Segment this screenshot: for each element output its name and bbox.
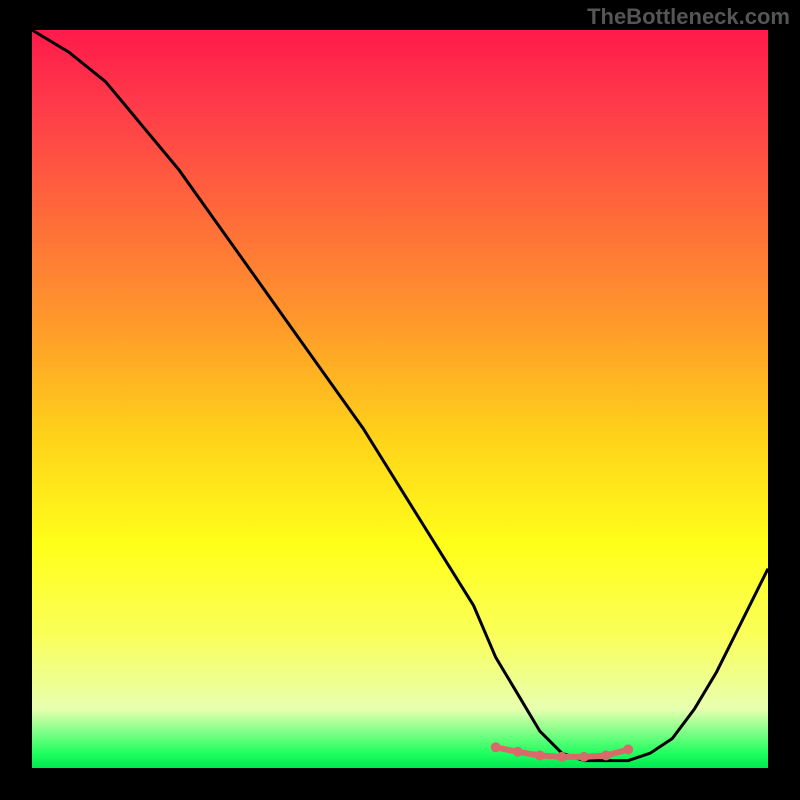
optimal-band-dot: [535, 751, 545, 761]
chart-svg: [32, 30, 768, 768]
optimal-band-dot: [579, 752, 589, 762]
optimal-band-dot: [491, 742, 501, 752]
optimal-band-dot: [601, 751, 611, 761]
optimal-band-dots: [491, 742, 634, 762]
optimal-band-dot: [557, 752, 567, 762]
optimal-band-dot: [623, 745, 633, 755]
watermark-text: TheBottleneck.com: [587, 4, 790, 30]
bottleneck-curve-path: [32, 30, 768, 761]
optimal-band-dot: [513, 747, 523, 757]
